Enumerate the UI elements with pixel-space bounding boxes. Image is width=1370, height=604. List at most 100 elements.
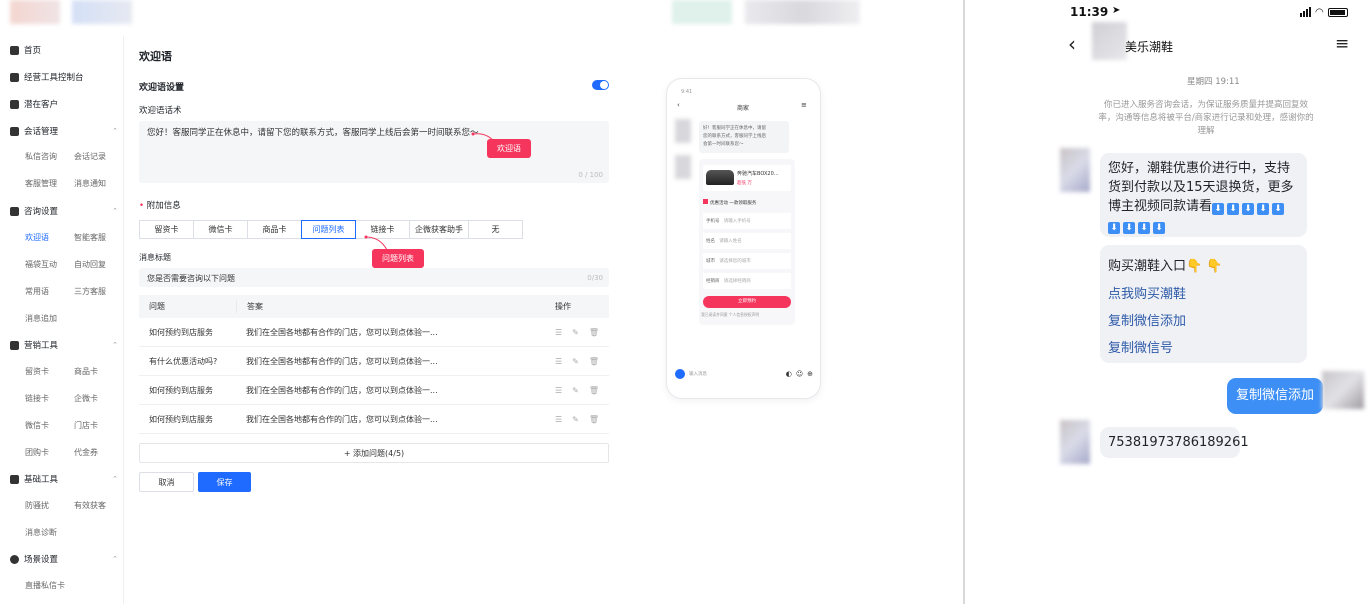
sidebar-sub-item[interactable]: 私信咨询 — [25, 151, 57, 162]
battery-icon — [1327, 7, 1348, 17]
sidebar-item-home[interactable]: 首页 — [10, 44, 118, 56]
camera-icon[interactable] — [675, 369, 685, 379]
field-phone[interactable]: 手机号 请输入手机号 — [703, 213, 791, 229]
table-row: 有什么优惠活动吗? 我们在全国各地都有合作的门店，您可以到点体验一... ☰ ✎ 🗑 — [139, 347, 609, 376]
tab-none[interactable]: 无 — [468, 220, 523, 239]
sidebar-sub-item[interactable]: 代金券 — [74, 447, 98, 458]
drag-icon[interactable]: ☰ — [555, 415, 562, 424]
edit-icon[interactable]: ✎ — [572, 328, 579, 337]
sidebar-sub-item[interactable]: 留资卡 — [25, 366, 49, 377]
msg-title-value: 您是否需要咨询以下问题 — [147, 274, 235, 283]
sidebar-sub-item[interactable]: 三方客服 — [74, 286, 106, 297]
home-icon — [10, 45, 19, 55]
sidebar-sub-item[interactable]: 商品卡 — [74, 366, 98, 377]
add-question-button[interactable]: + 添加问题(4/5) — [139, 443, 609, 463]
save-button[interactable]: 保存 — [198, 472, 251, 492]
tab-wechat-card[interactable]: 微信卡 — [193, 220, 248, 239]
welcome-toggle[interactable] — [592, 80, 609, 90]
drag-icon[interactable]: ☰ — [555, 357, 562, 366]
sidebar-sub-item[interactable]: 福袋互动 — [25, 259, 57, 270]
flag-icon — [10, 126, 19, 136]
sidebar-item-consult[interactable]: 咨询设置 ⌃ — [10, 205, 118, 217]
status-icons: ◠ — [1300, 7, 1354, 18]
sidebar-item-scenes[interactable]: 场景设置 ⌃ — [10, 553, 118, 565]
chevron-up-icon: ⌃ — [112, 555, 118, 563]
tab-lead-card[interactable]: 留资卡 — [139, 220, 194, 239]
tab-question-list[interactable]: 问题列表 — [301, 220, 356, 239]
speech-textarea[interactable]: 您好！客服同学正在休息中，请留下您的联系方式，客服同学上线后会第一时间联系您～ … — [139, 121, 609, 183]
menu-link-copy-wechat[interactable]: 复制微信号 — [1108, 337, 1173, 356]
field-city[interactable]: 城市 请选择您的城市 — [703, 253, 791, 269]
tip-question-list: 问题列表 — [372, 249, 424, 268]
edit-icon[interactable]: ✎ — [572, 386, 579, 395]
sidebar-sub-item[interactable]: 会话记录 — [74, 151, 106, 162]
chevron-up-icon: ⌃ — [112, 207, 118, 215]
field-name[interactable]: 姓名 请输入姓名 — [703, 233, 791, 249]
sidebar: 首页 经营工具控制台 潜在客户 会话管理 ⌃ 私信咨询 会话记录 客服管理 消息通… — [0, 36, 124, 604]
chat-title: 美乐潮鞋 — [1125, 40, 1174, 54]
sidebar-sub-item[interactable]: 消息诊断 — [25, 527, 57, 538]
msg-title-counter: 0/30 — [587, 274, 603, 282]
sidebar-sub-item[interactable]: 企微卡 — [74, 393, 98, 404]
sidebar-item-marketing[interactable]: 营销工具 ⌃ — [10, 339, 118, 351]
sidebar-item-leads[interactable]: 潜在客户 — [10, 98, 118, 110]
tab-wecom-helper[interactable]: 企微获客助手 — [409, 220, 469, 239]
tab-product-card[interactable]: 商品卡 — [247, 220, 302, 239]
sidebar-sub-item[interactable]: 自动回复 — [74, 259, 106, 270]
sidebar-sub-item[interactable]: 常用语 — [25, 286, 49, 297]
menu-link-add-wechat[interactable]: 复制微信添加 — [1108, 310, 1186, 329]
down-arrow-icon: ⬇ — [1227, 203, 1240, 215]
edit-icon[interactable]: ✎ — [572, 357, 579, 366]
back-icon: ‹ — [677, 101, 680, 109]
row-answer: 我们在全国各地都有合作的门店，您可以到点体验一... — [246, 327, 438, 337]
table-header: 问题 答案 操作 — [139, 295, 609, 318]
drag-icon[interactable]: ☰ — [555, 328, 562, 337]
sidebar-sub-item[interactable]: 客服管理 — [25, 178, 57, 189]
gift-icon — [703, 199, 708, 204]
phone-lead-card: 奔驰汽车BOX20... 超低 万 优惠活动 一款领取服务 手机号 请输入手机号… — [699, 159, 795, 325]
emoji-icon[interactable]: ☺ — [796, 370, 803, 378]
sidebar-item-sessions[interactable]: 会话管理 ⌃ — [10, 125, 118, 137]
menu-link-buy[interactable]: 点我购买潮鞋 — [1108, 283, 1186, 302]
row-answer: 我们在全国各地都有合作的门店，您可以到点体验一... — [246, 356, 438, 366]
row-question: 如何预约到店服务 — [149, 414, 213, 424]
back-icon[interactable]: ‹ — [1068, 32, 1076, 56]
menu-icon[interactable]: ≡ — [1335, 34, 1349, 54]
blurred-shop-avatar — [1060, 148, 1090, 192]
delete-icon[interactable]: 🗑 — [589, 386, 599, 395]
delete-icon[interactable]: 🗑 — [589, 357, 599, 366]
sidebar-sub-item[interactable]: 智能客服 — [74, 232, 106, 243]
cancel-button[interactable]: 取消 — [139, 472, 194, 492]
sidebar-item-basic-tools[interactable]: 基础工具 ⌃ — [10, 473, 118, 485]
row-answer: 我们在全国各地都有合作的门店，您可以到点体验一... — [246, 414, 438, 424]
user-settings-icon — [10, 206, 19, 216]
sidebar-item-dashboard[interactable]: 经营工具控制台 — [10, 71, 118, 83]
sidebar-sub-item[interactable]: 有效获客 — [74, 500, 106, 511]
outgoing-message: 复制微信添加 — [1227, 378, 1324, 414]
voice-icon[interactable]: ◐ — [786, 370, 792, 378]
sidebar-sub-item[interactable]: 链接卡 — [25, 393, 49, 404]
sidebar-sub-item[interactable]: 消息通知 — [74, 178, 106, 189]
blurred-shop-avatar — [1092, 22, 1127, 60]
plus-icon[interactable]: ⊕ — [807, 370, 813, 378]
table-row: 如何预约到店服务 我们在全国各地都有合作的门店，您可以到点体验一... ☰ ✎ 🗑 — [139, 318, 609, 347]
phone-title: 商家 — [737, 105, 750, 112]
sidebar-sub-item[interactable]: 门店卡 — [74, 420, 98, 431]
msg-title-input[interactable]: 您是否需要咨询以下问题 0/30 — [139, 268, 609, 287]
sidebar-sub-item[interactable]: 微信卡 — [25, 420, 49, 431]
sidebar-sub-item[interactable]: 直播私信卡 — [25, 580, 65, 591]
sidebar-sub-item[interactable]: 消息追加 — [25, 313, 57, 324]
sidebar-sub-item-active[interactable]: 欢迎语 — [25, 232, 49, 243]
phone-input[interactable]: 输入消息 — [689, 371, 782, 377]
sidebar-sub-item[interactable]: 团购卡 — [25, 447, 49, 458]
drag-icon[interactable]: ☰ — [555, 386, 562, 395]
delete-icon[interactable]: 🗑 — [589, 415, 599, 424]
delete-icon[interactable]: 🗑 — [589, 328, 599, 337]
sidebar-sub-item[interactable]: 防骚扰 — [25, 500, 49, 511]
edit-icon[interactable]: ✎ — [572, 415, 579, 424]
header-actions: 操作 — [555, 302, 571, 311]
section-title: 欢迎语设置 — [139, 83, 185, 93]
submit-button[interactable]: 立即预约 — [703, 296, 791, 308]
page-title: 欢迎语 — [139, 50, 172, 63]
field-dealer[interactable]: 经销商 请选择经销商 — [703, 273, 791, 289]
